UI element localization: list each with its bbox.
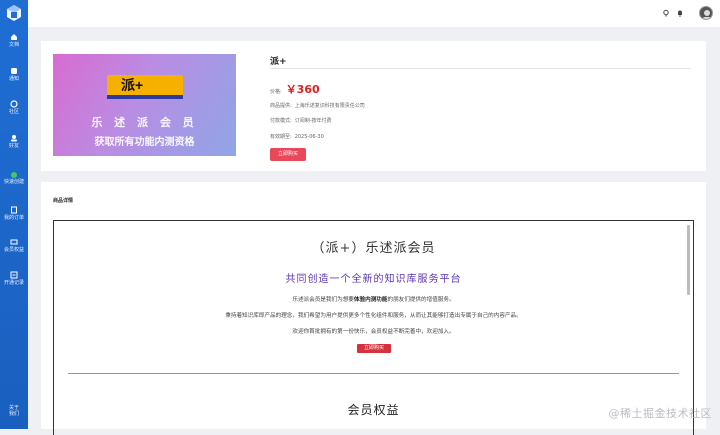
bell-icon [11, 68, 17, 74]
sidebar-item-label: 快速创建 [3, 179, 24, 185]
avatar[interactable] [699, 6, 713, 20]
about-line-2: 我们 [8, 411, 19, 417]
price-label: 价格: [270, 89, 282, 95]
vip-icon [10, 239, 18, 245]
product-detail-card: 商品详情 （派+）乐述派会员 共同创造一个全新的知识库服务平台 乐述派会员是我们… [41, 182, 706, 435]
record-icon [10, 271, 18, 279]
sidebar-item-label: 开通记录 [3, 280, 24, 286]
detail-divider [68, 373, 679, 374]
pay-mode-value: 订阅制-按年付费 [294, 118, 332, 124]
location-icon[interactable] [662, 9, 670, 17]
sidebar-item-label: 好友 [8, 143, 19, 149]
detail-subheading: 共同创造一个全新的知识库服务平台 [285, 274, 462, 285]
plus-circle-icon [11, 172, 17, 178]
vendor-value: 上海乐述复识科技有限责任公司 [294, 103, 365, 109]
sidebar-item-notice[interactable]: 通知 [0, 67, 28, 82]
sidebar-item-label: 我的订单 [3, 215, 24, 221]
expire-label: 有效期至: [270, 134, 292, 140]
community-icon [10, 100, 18, 108]
sidebar-about[interactable]: 关于 我们 [0, 405, 28, 417]
price-value: ￥360 [285, 83, 320, 96]
vendor-row: 商品提供: 上海乐述复识科技有限责任公司 [270, 102, 365, 109]
detail-section-title: 商品详情 [53, 198, 74, 204]
sidebar-item-records[interactable]: 开通记录 [0, 271, 28, 286]
friends-icon [11, 135, 17, 142]
banner-line-2: 获取所有功能内测资格 [94, 137, 195, 148]
user-avatar-icon [702, 10, 712, 19]
bell-icon[interactable] [676, 9, 684, 17]
p1-text-c: 的朋友们提供的增值服务。 [387, 297, 455, 303]
pay-mode-label: 付款模式: [270, 118, 292, 124]
app-logo-icon[interactable] [5, 4, 23, 22]
banner-line-1: 乐 述 派 会 员 [91, 116, 198, 129]
product-card: 派+ 乐 述 派 会 员 获取所有功能内测资格 派+ 价格: ￥360 商品提供:… [41, 41, 706, 171]
banner-tag-strip [107, 95, 183, 99]
p1-text-bold: 体验内测功能 [353, 297, 388, 303]
sidebar-item-label: 文档 [8, 42, 19, 48]
detail-paragraph-2: 秉持着知识库即产品的理念，我们希望为用户提供更多个性化组件和服务，从而让其能够打… [225, 313, 522, 319]
sidebar: 文档 通知 社区 好友 快速创建 我的订单 会员权益 开通记录 关于 我们 [0, 0, 28, 429]
sidebar-item-quick-create[interactable]: 快速创建 [0, 172, 28, 185]
sidebar-item-community[interactable]: 社区 [0, 100, 28, 115]
watermark: @稀土掘金技术社区 [608, 407, 712, 420]
detail-paragraph-1: 乐述派会员是我们为想要体验内测功能的朋友们提供的增值服务。 [54, 295, 693, 303]
product-banner: 派+ 乐 述 派 会 员 获取所有功能内测资格 [53, 54, 236, 156]
sidebar-item-vip[interactable]: 会员权益 [0, 238, 28, 253]
detail-heading: （派+）乐述派会员 [311, 241, 436, 256]
price-row: 价格: ￥360 [270, 81, 320, 97]
sidebar-item-label: 通知 [8, 76, 19, 82]
sidebar-item-label: 会员权益 [3, 247, 24, 253]
title-divider [270, 68, 691, 69]
detail-content-frame: （派+）乐述派会员 共同创造一个全新的知识库服务平台 乐述派会员是我们为想要体验… [53, 220, 694, 435]
sidebar-item-docs[interactable]: 文档 [0, 33, 28, 48]
banner-tag-text: 派+ [121, 77, 144, 93]
buy-now-button[interactable]: 立即购买 [270, 148, 306, 161]
p1-text-a: 乐述派会员是我们为想要 [292, 297, 354, 303]
sidebar-item-label: 社区 [8, 109, 19, 115]
detail-heading-2: 会员权益 [347, 403, 400, 417]
home-icon [11, 34, 17, 40]
expire-row: 有效期至: 2025-06-30 [270, 133, 324, 140]
order-icon [11, 206, 17, 214]
sidebar-item-orders[interactable]: 我的订单 [0, 206, 28, 221]
sidebar-item-friends[interactable]: 好友 [0, 134, 28, 149]
top-bar [28, 0, 720, 27]
product-title: 派+ [270, 57, 287, 67]
detail-paragraph-3: 欢迎你首批拥有的第一份快乐，会员权益不断完善中，欢迎加入。 [292, 329, 455, 335]
vendor-label: 商品提供: [270, 103, 292, 109]
pay-mode-row: 付款模式: 订阅制-按年付费 [270, 117, 332, 124]
expire-value: 2025-06-30 [294, 134, 324, 140]
detail-buy-button[interactable]: 立即购买 [357, 344, 391, 353]
